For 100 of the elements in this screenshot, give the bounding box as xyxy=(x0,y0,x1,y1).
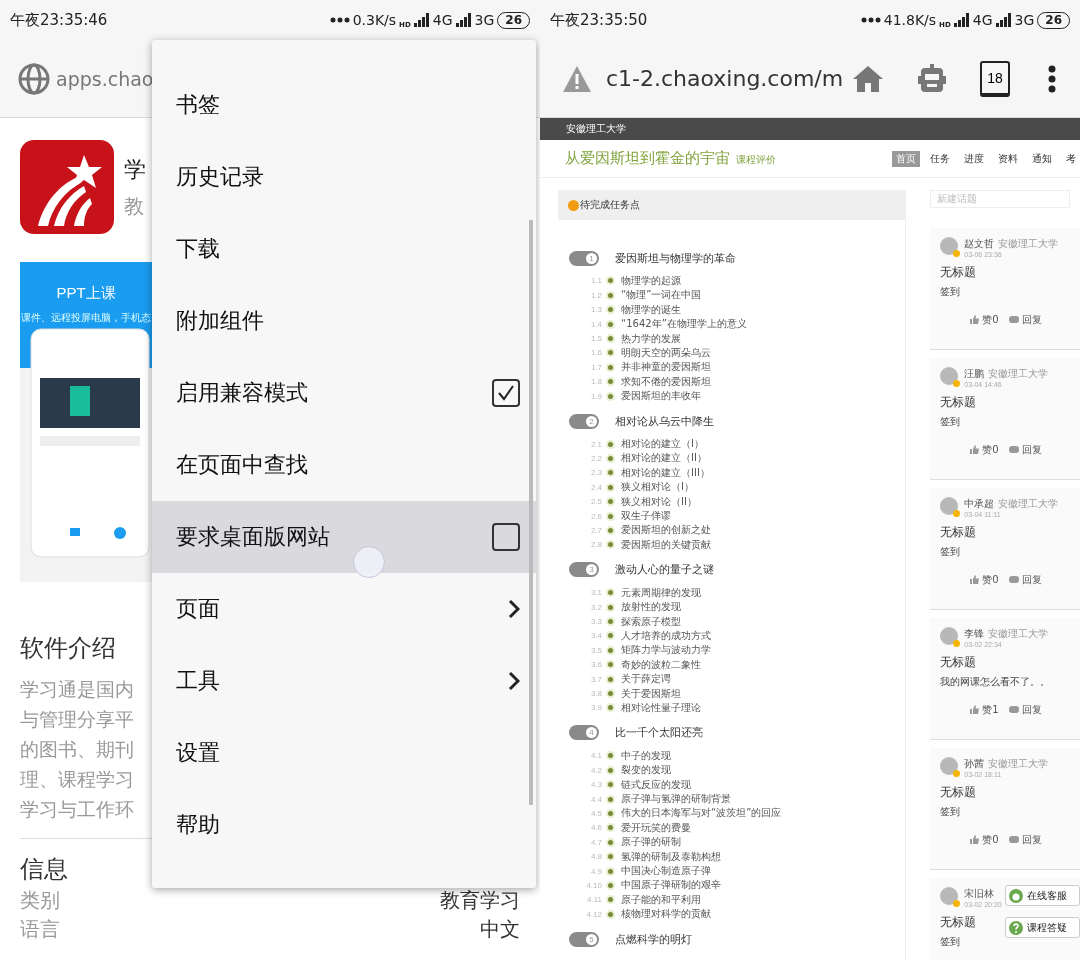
reply-button[interactable]: 回复 xyxy=(1008,442,1042,457)
comment-icon xyxy=(1008,705,1019,714)
status-dot-icon xyxy=(606,511,615,521)
chapter-title[interactable]: 相对论从乌云中降生 xyxy=(615,413,714,429)
section-link[interactable]: 链式反应的发现 xyxy=(621,777,691,792)
section-link[interactable]: 探索原子模型 xyxy=(621,614,681,629)
menu-item[interactable]: 帮助 xyxy=(152,789,536,861)
section-link[interactable]: 原子能的和平利用 xyxy=(621,892,701,907)
section-link[interactable]: 相对论性量子理论 xyxy=(621,700,701,715)
menu-item[interactable]: 设置 xyxy=(152,717,536,789)
search-field[interactable]: 新建话题 xyxy=(930,189,1071,208)
menu-item[interactable]: 下载 xyxy=(152,213,536,285)
author-name: 中承超 xyxy=(964,497,995,509)
tab-count-button[interactable]: 18 xyxy=(980,60,1010,97)
nav-tab[interactable]: 通知 xyxy=(1028,150,1056,167)
menu-item[interactable]: 历史记录 xyxy=(152,141,536,213)
description-line: 学习与工作环 xyxy=(20,797,134,822)
like-button[interactable]: 赞0 xyxy=(970,442,999,457)
section-link[interactable]: 相对论的建立（I） xyxy=(621,437,704,452)
like-button[interactable]: 赞1 xyxy=(970,702,999,717)
section-link[interactable]: 物理学的诞生 xyxy=(621,302,681,317)
menu-item[interactable]: 在页面中查找 xyxy=(152,429,536,501)
url-text[interactable]: apps.chao xyxy=(56,67,154,90)
reply-button[interactable]: 回复 xyxy=(1008,702,1042,717)
badge-icon xyxy=(953,769,961,777)
robot-icon[interactable] xyxy=(918,63,946,94)
nav-tab[interactable]: 任务 xyxy=(926,150,954,167)
section-link[interactable]: 原子弹的研制 xyxy=(621,835,681,850)
section-link[interactable]: “物理”一词在中国 xyxy=(621,288,702,303)
like-button[interactable]: 赞0 xyxy=(970,832,999,847)
like-button[interactable]: 赞0 xyxy=(970,572,999,587)
section-link[interactable]: 原子弹与氢弹的研制背景 xyxy=(621,792,731,807)
status-dot-icon xyxy=(606,588,615,598)
section-link[interactable]: 中国决心制造原子弹 xyxy=(621,864,711,879)
floating-button[interactable]: 在线客服 xyxy=(1005,885,1080,906)
menu-item[interactable]: 工具 xyxy=(152,645,536,717)
section-link[interactable]: 爱开玩笑的费曼 xyxy=(621,820,691,835)
section-link[interactable]: 中国原子弹研制的艰辛 xyxy=(621,878,721,893)
section-link[interactable]: 奇妙的波粒二象性 xyxy=(621,657,701,672)
signal-icon xyxy=(413,13,430,27)
description-line: 理、课程学习 xyxy=(20,767,134,792)
status-dot-icon xyxy=(606,631,615,641)
status-dot-icon xyxy=(606,439,615,449)
menu-item[interactable]: 附加组件 xyxy=(152,285,536,357)
section-link[interactable]: 物理学的起源 xyxy=(621,274,681,288)
section-link[interactable]: 爱因斯坦的关键贡献 xyxy=(621,537,711,552)
section-link[interactable]: “1642年”在物理学上的意义 xyxy=(621,317,747,332)
section-link[interactable]: 并非神童的爱因斯坦 xyxy=(621,360,711,375)
section-link[interactable]: 伟大的日本海军与对“波茨坦”的回应 xyxy=(621,806,782,821)
section-link[interactable]: 关于薛定谔 xyxy=(621,672,671,687)
chapter-title[interactable]: 爱因斯坦与物理学的革命 xyxy=(615,250,736,266)
avatar xyxy=(940,496,959,515)
section-link[interactable]: 求知不倦的爱因斯坦 xyxy=(621,374,711,389)
chapter-title[interactable]: 激动人心的量子之谜 xyxy=(615,562,714,578)
section-link[interactable]: 中子的发现 xyxy=(621,748,671,763)
comment-icon xyxy=(1008,835,1019,844)
like-button[interactable]: 赞0 xyxy=(970,312,999,327)
more-options-icon[interactable] xyxy=(1048,64,1056,93)
menu-item[interactable]: 书签 xyxy=(152,69,536,141)
section-link[interactable]: 元素周期律的发现 xyxy=(621,585,701,600)
post-body: 签到 xyxy=(940,804,961,819)
section-link[interactable]: 双生子佯谬 xyxy=(621,509,671,524)
checkbox[interactable] xyxy=(492,523,520,551)
section-heading: 软件介绍 xyxy=(20,633,117,664)
chapter-title[interactable]: 比一千个太阳还亮 xyxy=(615,725,703,741)
nav-tab[interactable]: 资料 xyxy=(994,150,1022,167)
avatar xyxy=(940,366,959,385)
reply-button[interactable]: 回复 xyxy=(1008,572,1042,587)
home-icon[interactable] xyxy=(852,64,884,93)
section-link[interactable]: 明朗天空的两朵乌云 xyxy=(621,345,711,360)
status-dot-icon xyxy=(606,794,615,804)
thumbs-up-icon xyxy=(970,315,980,324)
section-link[interactable]: 关于爱因斯坦 xyxy=(621,686,681,701)
section-link[interactable]: 爱因斯坦的丰收年 xyxy=(621,389,701,404)
section-link[interactable]: 热力学的发展 xyxy=(621,331,681,346)
status-dot-icon xyxy=(606,454,615,463)
section-number: 1.2 xyxy=(589,290,602,300)
section-link[interactable]: 狭义相对论（I） xyxy=(621,480,694,495)
section-number: 4.10 xyxy=(585,880,602,890)
nav-tab[interactable]: 考 xyxy=(1062,150,1080,167)
section-link[interactable]: 核物理对科学的贡献 xyxy=(621,907,711,922)
chapter-title[interactable]: 点燃科学的明灯 xyxy=(615,931,692,947)
section-link[interactable]: 狭义相对论（II） xyxy=(621,494,697,509)
section-link[interactable]: 相对论的建立（II） xyxy=(621,451,707,466)
menu-item[interactable]: 页面 xyxy=(152,573,536,645)
section-link[interactable]: 人才培养的成功方式 xyxy=(621,629,711,643)
panel-title: 待完成任务点 xyxy=(580,198,640,212)
section-link[interactable]: 放射性的发现 xyxy=(621,600,681,615)
menu-item[interactable]: 要求桌面版网站 xyxy=(152,501,536,573)
section-link[interactable]: 氢弹的研制及泰勒构想 xyxy=(621,849,721,864)
floating-button[interactable]: 课程答疑 xyxy=(1005,917,1080,938)
section-link[interactable]: 裂变的发现 xyxy=(621,763,671,778)
reply-button[interactable]: 回复 xyxy=(1008,832,1042,847)
description-line: 的图书、期刊 xyxy=(20,737,134,762)
section-link[interactable]: 矩阵力学与波动力学 xyxy=(621,643,711,658)
checkbox[interactable] xyxy=(492,379,520,407)
section-link[interactable]: 相对论的建立（III） xyxy=(621,465,710,480)
section-link[interactable]: 爱因斯坦的创新之处 xyxy=(621,523,711,538)
reply-button[interactable]: 回复 xyxy=(1008,312,1042,327)
nav-tab[interactable]: 进度 xyxy=(960,150,988,167)
